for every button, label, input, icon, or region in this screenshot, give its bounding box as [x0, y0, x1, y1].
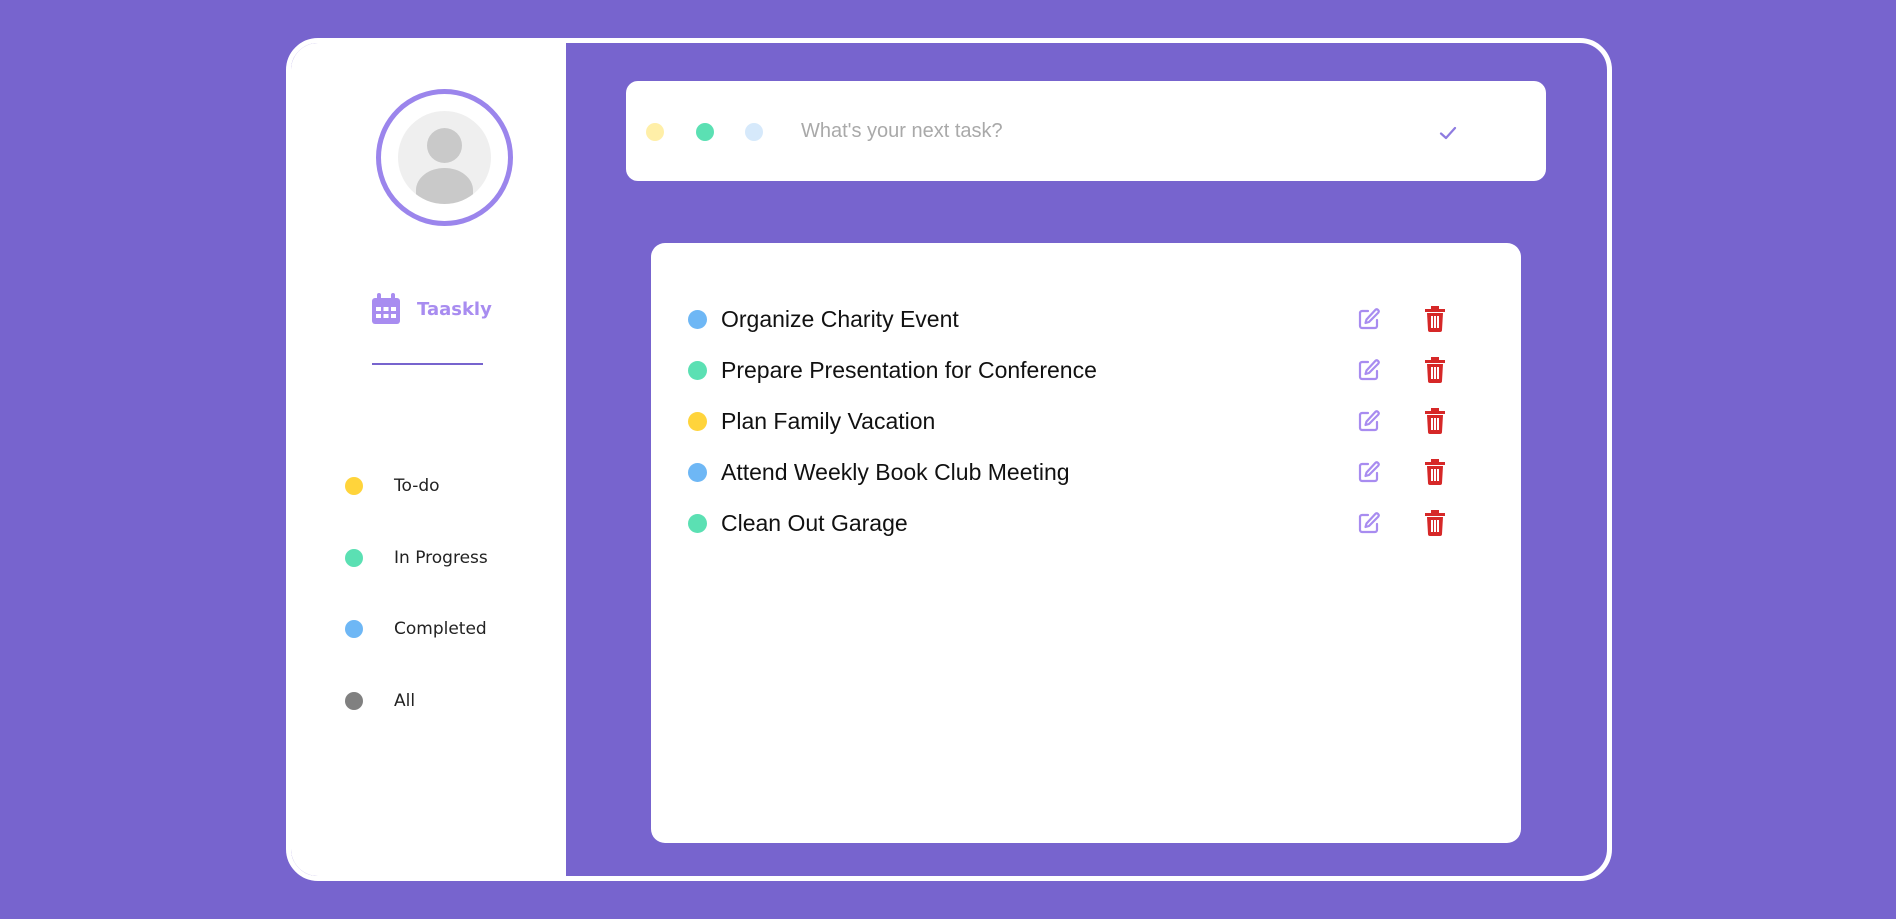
todo-dot-icon: [345, 477, 363, 495]
trash-icon: [1425, 408, 1445, 434]
all-dot-icon: [345, 692, 363, 710]
check-icon: [1439, 126, 1457, 139]
delete-task-button[interactable]: [1422, 459, 1448, 485]
avatar[interactable]: [376, 89, 513, 226]
status-option-in-progress[interactable]: [696, 123, 714, 141]
status-option-completed[interactable]: [745, 123, 763, 141]
brand-name: Taaskly: [417, 298, 492, 320]
edit-icon: [1358, 461, 1380, 483]
calendar-icon: [372, 293, 400, 324]
filter-completed[interactable]: Completed: [345, 619, 487, 639]
task-status-dot-icon: [688, 411, 707, 431]
task-status-dot-icon: [688, 513, 707, 533]
task-row: Attend Weekly Book Club Meeting: [651, 452, 1521, 492]
trash-icon: [1425, 510, 1445, 536]
edit-icon: [1358, 359, 1380, 381]
delete-task-button[interactable]: [1422, 357, 1448, 383]
app-window: Taaskly To-do In Progress Completed All: [286, 38, 1612, 881]
task-row: Prepare Presentation for Conference: [651, 350, 1521, 390]
edit-task-button[interactable]: [1356, 510, 1382, 536]
task-title: Organize Charity Event: [721, 305, 959, 332]
filter-todo[interactable]: To-do: [345, 476, 440, 496]
filter-in-progress[interactable]: In Progress: [345, 548, 488, 568]
edit-task-button[interactable]: [1356, 306, 1382, 332]
delete-task-button[interactable]: [1422, 306, 1448, 332]
trash-icon: [1425, 459, 1445, 485]
task-status-dot-icon: [688, 360, 707, 380]
avatar-body: [416, 168, 473, 204]
sidebar: Taaskly To-do In Progress Completed All: [291, 43, 566, 876]
task-title: Clean Out Garage: [721, 509, 908, 536]
task-status-dot-icon: [688, 462, 707, 482]
task-row: Organize Charity Event: [651, 299, 1521, 339]
filter-label: Completed: [394, 619, 487, 639]
filter-label: All: [394, 691, 416, 711]
edit-icon: [1358, 410, 1380, 432]
task-row: Clean Out Garage: [651, 503, 1521, 543]
filter-all[interactable]: All: [345, 691, 415, 711]
status-option-todo[interactable]: [646, 123, 664, 141]
avatar-head: [427, 128, 462, 163]
filter-label: In Progress: [394, 548, 488, 568]
task-title: Plan Family Vacation: [721, 407, 936, 434]
completed-dot-icon: [345, 620, 363, 638]
filter-label: To-do: [394, 476, 440, 496]
delete-task-button[interactable]: [1422, 510, 1448, 536]
new-task-input[interactable]: [801, 111, 1401, 151]
task-list-card: Organize Charity Event Prepare Presentat…: [651, 243, 1521, 843]
user-avatar-icon: [398, 111, 491, 204]
edit-task-button[interactable]: [1356, 459, 1382, 485]
in-progress-dot-icon: [345, 549, 363, 567]
edit-icon: [1358, 308, 1380, 330]
trash-icon: [1425, 306, 1445, 332]
delete-task-button[interactable]: [1422, 408, 1448, 434]
task-title: Prepare Presentation for Conference: [721, 356, 1097, 383]
brand-divider: [372, 363, 483, 365]
edit-icon: [1358, 512, 1380, 534]
task-title: Attend Weekly Book Club Meeting: [721, 458, 1070, 485]
edit-task-button[interactable]: [1356, 357, 1382, 383]
trash-icon: [1425, 357, 1445, 383]
new-task-card: [626, 81, 1546, 181]
task-status-dot-icon: [688, 309, 707, 329]
submit-task-button[interactable]: [1436, 123, 1460, 145]
task-row: Plan Family Vacation: [651, 401, 1521, 441]
edit-task-button[interactable]: [1356, 408, 1382, 434]
brand: Taaskly: [371, 293, 492, 325]
